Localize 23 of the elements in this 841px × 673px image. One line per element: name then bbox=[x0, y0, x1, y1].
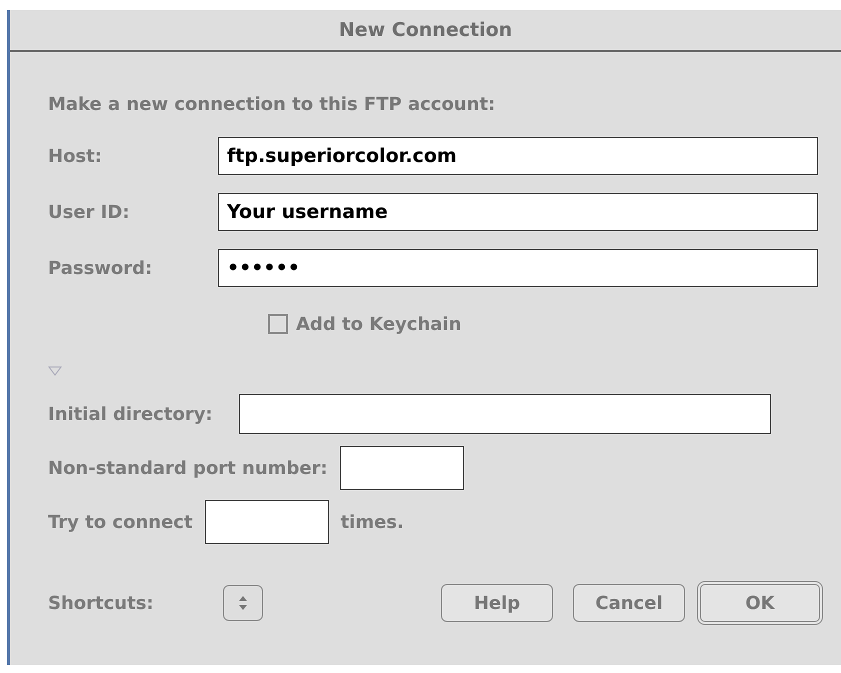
host-field[interactable]: ftp.superiorcolor.com bbox=[218, 137, 818, 175]
default-button[interactable]: OK bbox=[697, 581, 823, 625]
shortcuts-popup[interactable] bbox=[223, 585, 263, 621]
field-label: Non-standard port number: bbox=[48, 458, 328, 478]
field-label: Host: bbox=[48, 146, 103, 166]
button[interactable]: Cancel bbox=[573, 584, 685, 622]
up-down-arrows-icon bbox=[238, 595, 248, 611]
shortcuts-label: Shortcuts: bbox=[48, 592, 155, 614]
field-label: User ID: bbox=[48, 202, 131, 222]
checkbox-label: Add to Keychain bbox=[296, 314, 462, 334]
password-field[interactable]: •••••• bbox=[218, 249, 818, 287]
retries-field[interactable] bbox=[204, 500, 329, 544]
window-title: New Connection bbox=[338, 19, 512, 41]
instruction-text: Make a new connection to this FTP account: bbox=[48, 93, 496, 117]
button[interactable]: Help bbox=[441, 584, 553, 622]
port-field[interactable] bbox=[340, 446, 464, 490]
user-id-field[interactable]: Your username bbox=[218, 193, 818, 231]
directory-field[interactable] bbox=[238, 394, 771, 434]
field-label: times. bbox=[340, 512, 404, 532]
checkbox[interactable] bbox=[268, 314, 288, 334]
field-label: Try to connect bbox=[48, 512, 193, 532]
field-label: Password: bbox=[48, 258, 154, 278]
field-label: Initial directory: bbox=[48, 404, 213, 424]
